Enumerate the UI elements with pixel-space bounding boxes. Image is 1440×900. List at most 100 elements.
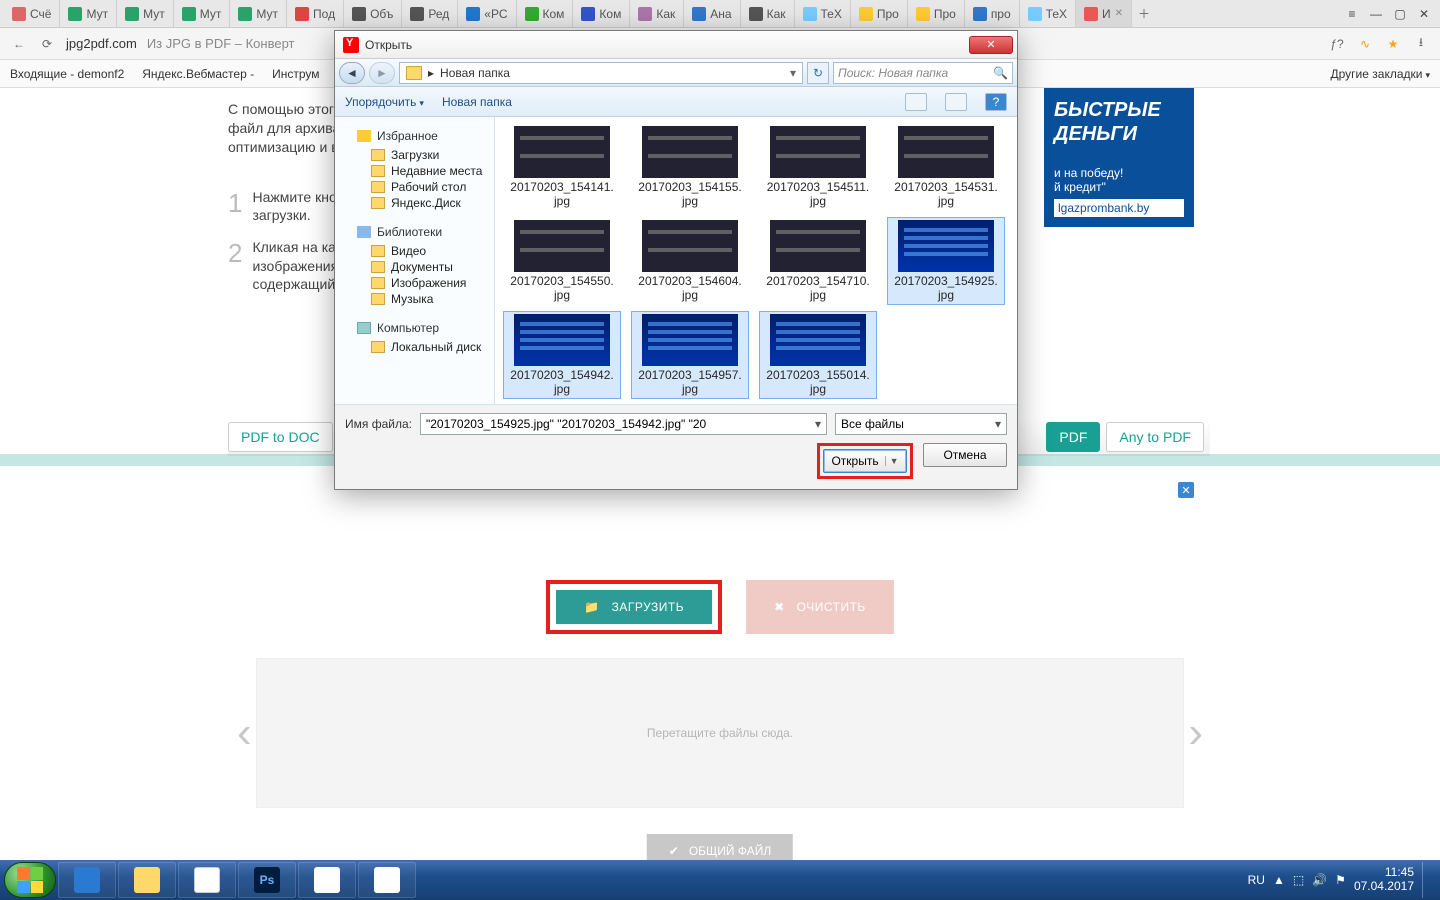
dialog-file-pane[interactable]: 20170203_154141.jpg20170203_154155.jpg20… bbox=[495, 117, 1017, 404]
download-icon[interactable]: ⭳ bbox=[1412, 35, 1430, 53]
taskbar-clock[interactable]: 11:45 07.04.2017 bbox=[1354, 866, 1414, 894]
file-type-select[interactable]: Все файлы▾ bbox=[835, 413, 1007, 435]
preview-pane-button[interactable] bbox=[945, 93, 967, 111]
browser-tab[interactable]: Ком bbox=[517, 0, 574, 27]
window-maximize-button[interactable]: ▢ bbox=[1388, 0, 1412, 27]
organize-menu[interactable]: Упорядочить bbox=[345, 95, 424, 109]
converter-tab[interactable]: Any to PDF bbox=[1106, 422, 1204, 452]
file-item[interactable]: 20170203_154141.jpg bbox=[503, 123, 621, 211]
task-yandex[interactable] bbox=[178, 862, 236, 898]
chevron-left-icon[interactable]: ‹ bbox=[237, 708, 252, 758]
browser-tab[interactable]: Мут bbox=[60, 0, 117, 27]
browser-tab[interactable]: Ред bbox=[402, 0, 458, 27]
task-photoshop[interactable]: Ps bbox=[238, 862, 296, 898]
open-button[interactable]: Открыть▼ bbox=[823, 449, 907, 473]
converter-tab[interactable]: PDF to DOC bbox=[228, 422, 333, 452]
converter-tab[interactable]: PDF bbox=[1046, 422, 1100, 452]
browser-tab[interactable]: ТеХ bbox=[1020, 0, 1076, 27]
file-item[interactable]: 20170203_154511.jpg bbox=[759, 123, 877, 211]
dropzone[interactable]: ‹ Перетащите файлы сюда. › bbox=[256, 658, 1184, 808]
url-host[interactable]: jpg2pdf.com bbox=[66, 36, 137, 51]
rss-icon[interactable]: ∿ bbox=[1356, 35, 1374, 53]
dialog-titlebar[interactable]: Открыть ✕ bbox=[335, 31, 1017, 59]
network-icon[interactable]: ⬚ bbox=[1293, 873, 1304, 887]
file-item[interactable]: 20170203_154604.jpg bbox=[631, 217, 749, 305]
tray-icon[interactable]: ▲ bbox=[1273, 873, 1285, 887]
browser-tab[interactable]: ТеХ bbox=[795, 0, 851, 27]
tree-item[interactable]: Недавние места bbox=[371, 163, 490, 179]
chevron-down-icon[interactable]: ▼ bbox=[885, 456, 899, 466]
task-snipping[interactable] bbox=[358, 862, 416, 898]
new-folder-button[interactable]: Новая папка bbox=[442, 95, 512, 109]
other-bookmarks[interactable]: Другие закладки bbox=[1331, 67, 1430, 81]
browser-tab[interactable]: И✕ bbox=[1076, 0, 1132, 27]
help-button[interactable]: ? bbox=[985, 93, 1007, 111]
bookmark-item[interactable]: Инструм bbox=[272, 67, 319, 81]
filename-input[interactable]: "20170203_154925.jpg" "20170203_154942.j… bbox=[420, 413, 827, 435]
nav-back-button[interactable]: ◄ bbox=[339, 62, 365, 84]
new-tab-button[interactable]: ＋ bbox=[1132, 0, 1156, 27]
task-ie[interactable] bbox=[58, 862, 116, 898]
browser-tab[interactable]: Про bbox=[908, 0, 965, 27]
task-paint[interactable] bbox=[298, 862, 356, 898]
tree-item[interactable]: Локальный диск bbox=[371, 339, 490, 355]
side-advert[interactable]: БЫСТРЫЕ ДЕНЬГИ и на победу! й кредит" lg… bbox=[1044, 88, 1194, 227]
browser-menu-button[interactable]: ≡ bbox=[1340, 0, 1364, 27]
window-minimize-button[interactable]: — bbox=[1364, 0, 1388, 27]
breadcrumb[interactable]: ▸ Новая папка ▾ bbox=[399, 62, 803, 84]
browser-tab[interactable]: Счё bbox=[4, 0, 60, 27]
chevron-right-icon[interactable]: › bbox=[1188, 708, 1203, 758]
browser-tab[interactable]: Как bbox=[741, 0, 795, 27]
browser-tab[interactable]: Как bbox=[630, 0, 684, 27]
browser-tab[interactable]: Объ bbox=[344, 0, 402, 27]
browser-tab[interactable]: «РС bbox=[458, 0, 516, 27]
file-item[interactable]: 20170203_154155.jpg bbox=[631, 123, 749, 211]
file-item[interactable]: 20170203_154531.jpg bbox=[887, 123, 1005, 211]
browser-tab[interactable]: Ана bbox=[684, 0, 740, 27]
file-item[interactable]: 20170203_154957.jpg bbox=[631, 311, 749, 399]
flag-icon[interactable]: ⚑ bbox=[1335, 873, 1346, 887]
browser-tab[interactable]: Мут bbox=[174, 0, 231, 27]
nav-forward-button[interactable]: ► bbox=[369, 62, 395, 84]
reload-button[interactable]: ⟳ bbox=[38, 35, 56, 53]
volume-icon[interactable]: 🔊 bbox=[1312, 873, 1327, 887]
dialog-tree[interactable]: ИзбранноеЗагрузкиНедавние местаРабочий с… bbox=[335, 117, 495, 404]
browser-tab[interactable]: Мут bbox=[230, 0, 287, 27]
close-icon[interactable]: ✕ bbox=[1115, 8, 1123, 19]
tree-item[interactable]: Рабочий стол bbox=[371, 179, 490, 195]
browser-tab[interactable]: про bbox=[965, 0, 1020, 27]
browser-tab[interactable]: Под bbox=[287, 0, 344, 27]
show-desktop-button[interactable] bbox=[1422, 862, 1430, 898]
tree-item[interactable]: Музыка bbox=[371, 291, 490, 307]
file-item[interactable]: 20170203_154925.jpg bbox=[887, 217, 1005, 305]
tree-group[interactable]: Библиотеки bbox=[357, 225, 490, 239]
file-item[interactable]: 20170203_154550.jpg bbox=[503, 217, 621, 305]
view-mode-button[interactable] bbox=[905, 93, 927, 111]
upload-button[interactable]: 📁 ЗАГРУЗИТЬ bbox=[556, 590, 712, 624]
bookmark-item[interactable]: Входящие - demonf2 bbox=[10, 67, 124, 81]
browser-tab[interactable]: Про bbox=[851, 0, 908, 27]
reader-icon[interactable]: ƒ? bbox=[1328, 35, 1346, 53]
tree-item[interactable]: Документы bbox=[371, 259, 490, 275]
bookmark-item[interactable]: Яндекс.Вебмастер - bbox=[142, 67, 254, 81]
start-button[interactable] bbox=[4, 862, 56, 898]
combined-file-button[interactable]: ✔ ОБЩИЙ ФАЙЛ bbox=[647, 834, 793, 860]
lang-indicator[interactable]: RU bbox=[1248, 873, 1265, 887]
browser-tab[interactable]: Ком bbox=[573, 0, 630, 27]
tree-item[interactable]: Яндекс.Диск bbox=[371, 195, 490, 211]
favorite-icon[interactable]: ★ bbox=[1384, 35, 1402, 53]
clear-button[interactable]: ✖ ОЧИСТИТЬ bbox=[746, 580, 894, 634]
tree-item[interactable]: Видео bbox=[371, 243, 490, 259]
browser-tab[interactable]: Мут bbox=[117, 0, 174, 27]
cancel-button[interactable]: Отмена bbox=[923, 443, 1007, 467]
file-item[interactable]: 20170203_154710.jpg bbox=[759, 217, 877, 305]
task-explorer[interactable] bbox=[118, 862, 176, 898]
file-item[interactable]: 20170203_155014.jpg bbox=[759, 311, 877, 399]
back-button[interactable]: ← bbox=[10, 35, 28, 53]
close-ad-icon[interactable]: ✕ bbox=[1178, 482, 1194, 498]
system-tray[interactable]: RU ▲ ⬚ 🔊 ⚑ 11:45 07.04.2017 bbox=[1248, 862, 1436, 898]
tree-group[interactable]: Избранное bbox=[357, 129, 490, 143]
tree-group[interactable]: Компьютер bbox=[357, 321, 490, 335]
window-close-button[interactable]: ✕ bbox=[1412, 0, 1436, 27]
file-item[interactable]: 20170203_154942.jpg bbox=[503, 311, 621, 399]
